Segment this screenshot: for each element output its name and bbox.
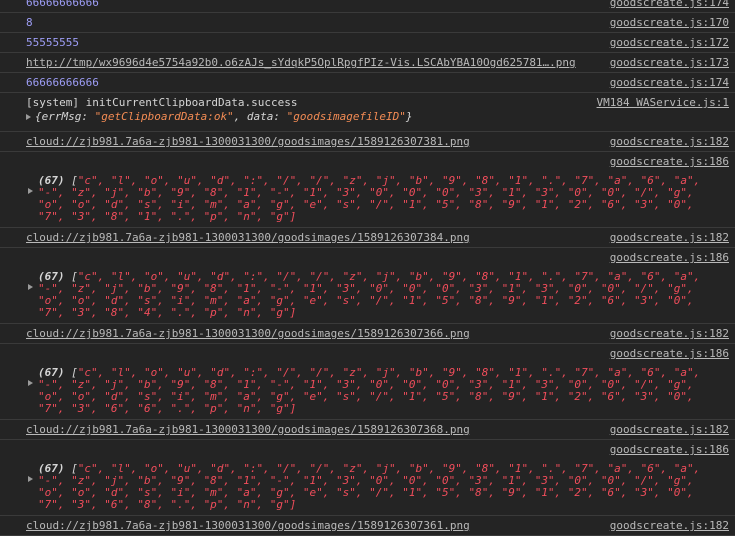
expand-triangle-icon[interactable] [28, 476, 33, 482]
log-row: http://tmp/wx9696d4e5754a92b0.o6zAJs_sYd… [0, 53, 735, 73]
array-log-row: goodscreate.js:186 (67) ["c", "l", "o", … [0, 440, 735, 516]
cloud-file-link[interactable]: cloud://zjb981.7a6a-zjb981-1300031300/go… [26, 519, 470, 533]
expand-triangle-icon[interactable] [28, 188, 33, 194]
source-link[interactable]: goodscreate.js:172 [610, 36, 729, 50]
source-link[interactable]: goodscreate.js:186 [610, 155, 729, 169]
log-row: cloud://zjb981.7a6a-zjb981-1300031300/go… [0, 420, 735, 440]
source-link[interactable]: goodscreate.js:174 [610, 76, 729, 90]
array-log-row: goodscreate.js:186 (67) ["c", "l", "o", … [0, 152, 735, 228]
source-link[interactable]: goodscreate.js:173 [610, 56, 729, 70]
source-link[interactable]: goodscreate.js:182 [610, 231, 729, 245]
source-link[interactable]: VM184 WAService.js:1 [597, 96, 729, 110]
system-log-row: [system] initCurrentClipboardData.succes… [0, 93, 735, 132]
array-preview[interactable]: (67) ["c", "l", "o", "u", "d", ":", "/",… [38, 175, 718, 223]
source-link[interactable]: goodscreate.js:186 [610, 251, 729, 265]
expand-triangle-icon[interactable] [28, 380, 33, 386]
log-row: cloud://zjb981.7a6a-zjb981-1300031300/go… [0, 228, 735, 248]
source-link[interactable]: goodscreate.js:182 [610, 135, 729, 149]
console-log: 66666666666 goodscreate.js:174 8 goodscr… [0, 0, 735, 536]
source-link[interactable]: goodscreate.js:170 [610, 16, 729, 30]
log-message: 66666666666 [26, 76, 99, 89]
log-row: 8 goodscreate.js:170 [0, 13, 735, 33]
source-link[interactable]: goodscreate.js:182 [610, 519, 729, 533]
array-preview[interactable]: (67) ["c", "l", "o", "u", "d", ":", "/",… [38, 463, 718, 511]
system-message: [system] initCurrentClipboardData.succes… [26, 96, 298, 109]
log-message: 8 [26, 16, 33, 29]
array-preview[interactable]: (67) ["c", "l", "o", "u", "d", ":", "/",… [38, 367, 718, 415]
source-link[interactable]: goodscreate.js:174 [610, 0, 729, 10]
cloud-file-link[interactable]: cloud://zjb981.7a6a-zjb981-1300031300/go… [26, 135, 470, 149]
log-row: cloud://zjb981.7a6a-zjb981-1300031300/go… [0, 516, 735, 536]
array-preview[interactable]: (67) ["c", "l", "o", "u", "d", ":", "/",… [38, 271, 718, 319]
source-link[interactable]: goodscreate.js:182 [610, 327, 729, 341]
source-link[interactable]: goodscreate.js:182 [610, 423, 729, 437]
cloud-file-link[interactable]: cloud://zjb981.7a6a-zjb981-1300031300/go… [26, 423, 470, 437]
log-row: 66666666666 goodscreate.js:174 [0, 73, 735, 93]
array-log-row: goodscreate.js:186 (67) ["c", "l", "o", … [0, 248, 735, 324]
expand-triangle-icon[interactable] [28, 284, 33, 290]
log-message: 55555555 [26, 36, 79, 49]
source-link[interactable]: goodscreate.js:186 [610, 443, 729, 457]
expand-triangle-icon[interactable] [26, 114, 31, 120]
object-preview[interactable]: {errMsg: "getClipboardData:ok", data: "g… [26, 110, 413, 124]
source-link[interactable]: goodscreate.js:186 [610, 347, 729, 361]
log-row: cloud://zjb981.7a6a-zjb981-1300031300/go… [0, 324, 735, 344]
log-message: 66666666666 [26, 0, 99, 9]
log-row: 55555555 goodscreate.js:172 [0, 33, 735, 53]
cloud-file-link[interactable]: cloud://zjb981.7a6a-zjb981-1300031300/go… [26, 231, 470, 245]
cloud-file-link[interactable]: cloud://zjb981.7a6a-zjb981-1300031300/go… [26, 327, 470, 341]
tmp-file-link[interactable]: http://tmp/wx9696d4e5754a92b0.o6zAJs_sYd… [26, 56, 576, 70]
array-log-row: goodscreate.js:186 (67) ["c", "l", "o", … [0, 344, 735, 420]
log-row: 66666666666 goodscreate.js:174 [0, 0, 735, 13]
log-row: cloud://zjb981.7a6a-zjb981-1300031300/go… [0, 132, 735, 152]
